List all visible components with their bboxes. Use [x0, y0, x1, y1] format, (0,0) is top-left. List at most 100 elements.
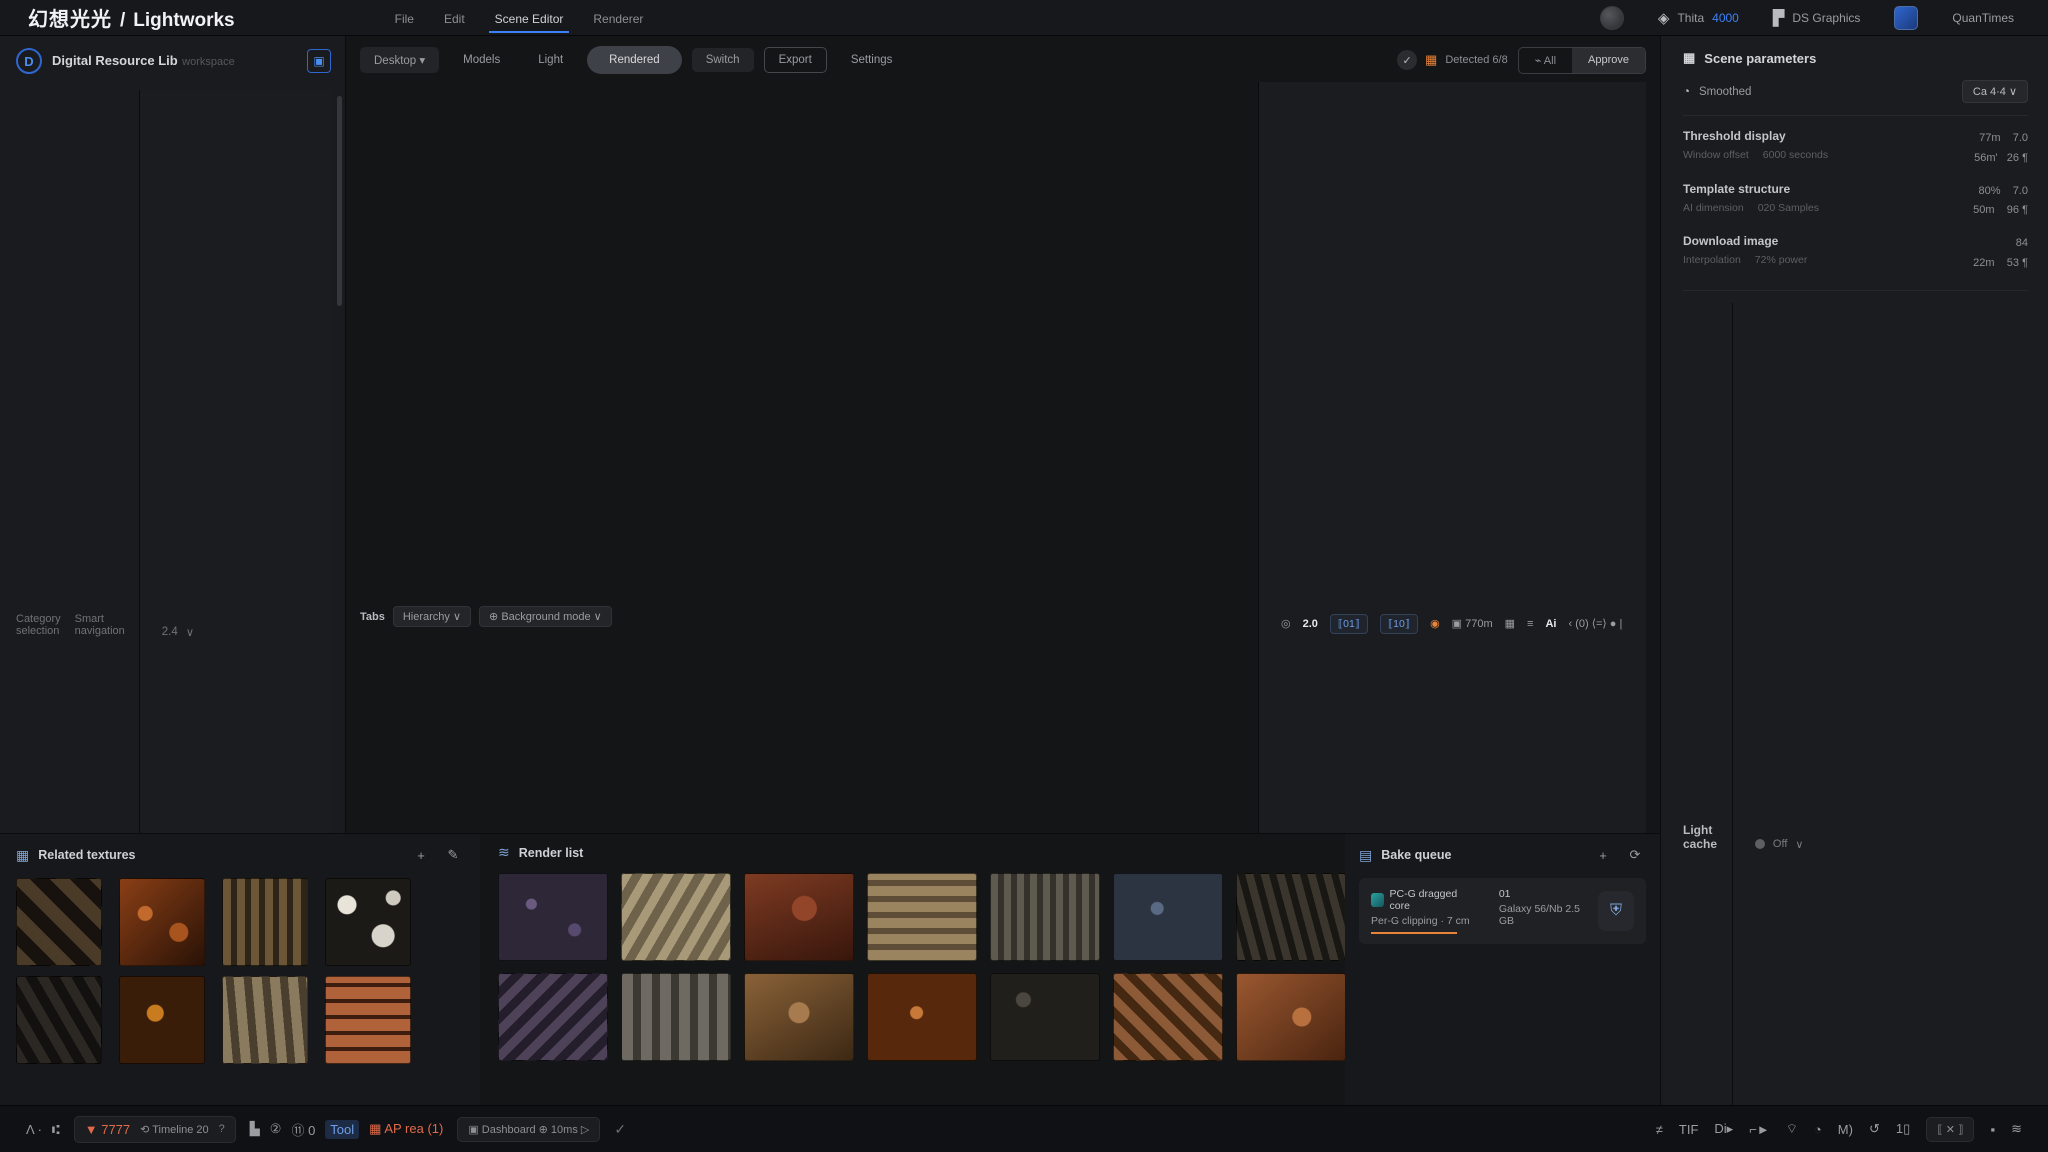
menu-item[interactable]: Scene Editor — [493, 3, 566, 33]
properties-icon: ▦ — [1683, 50, 1695, 66]
menu-item[interactable]: Edit — [442, 3, 467, 33]
lambda-icon[interactable]: Λ · — [26, 1122, 42, 1137]
smoothed-label: Smoothed — [1699, 86, 1751, 98]
book-icon: ▛ — [1773, 9, 1785, 27]
shield-icon[interactable]: ⛨ — [1598, 891, 1634, 931]
counter-icon[interactable]: ⑪ 0 — [291, 1120, 315, 1139]
minimize-icon[interactable]: ▪ — [1990, 1122, 1995, 1137]
texture-swatch[interactable] — [1113, 973, 1223, 1061]
user-avatar[interactable] — [1600, 6, 1624, 30]
texture-swatch[interactable] — [1236, 973, 1346, 1061]
render-list-title: Render list — [519, 846, 584, 860]
texture-swatch[interactable] — [744, 973, 854, 1061]
texture-swatch[interactable] — [867, 973, 977, 1061]
check-circle-icon[interactable]: ✓ — [1397, 50, 1417, 70]
settings-button[interactable]: Settings — [837, 48, 907, 72]
left-sidebar: D Digital Resource Lib workspace ▣ Categ… — [0, 36, 346, 833]
clipboard-icon[interactable]: ⑆ — [52, 1122, 60, 1137]
gizmo-icon[interactable]: ◎ — [1281, 617, 1291, 630]
texture-swatch[interactable] — [867, 873, 977, 961]
film-icon[interactable]: ▦ — [1505, 617, 1515, 630]
playback-controls[interactable]: ‹ (0) ⟨=⟩ ● | — [1568, 617, 1622, 630]
topbar-right: ◈ Thita 4000 ▛ DS Graphics QuanTimes — [1600, 6, 2048, 30]
bake-tab-secondary[interactable]: 01 Galaxy 56/Nb 2.5 GB — [1499, 888, 1588, 934]
target-icon[interactable]: ◉ — [1430, 617, 1440, 630]
paint-texture-button[interactable]: ✎ — [442, 844, 464, 866]
bake-tab-active[interactable]: PC-G dragged core Per-G clipping · 7 cm — [1371, 888, 1471, 934]
sidebar-scrollbar[interactable] — [337, 96, 342, 306]
rendered-mode-button[interactable]: Rendered — [587, 46, 682, 74]
switch-button[interactable]: Switch — [692, 48, 754, 72]
equalizer-icon[interactable]: ≠ — [1656, 1122, 1663, 1137]
probe-icon[interactable]: ⌔ — [1786, 1121, 1798, 1137]
segment-approve[interactable]: Approve — [1572, 48, 1645, 73]
navigation-dropdown[interactable]: Smart navigation — [75, 613, 125, 637]
ai-button[interactable]: Ai — [1545, 618, 1556, 630]
add-bake-button[interactable]: + — [1592, 844, 1614, 866]
layer-chip-01[interactable]: ⟦01⟧ — [1330, 614, 1368, 634]
detect-grid-icon: ▦ — [1425, 52, 1437, 68]
layer-chip-10[interactable]: ⟦10⟧ — [1380, 614, 1418, 634]
light-button[interactable]: Light — [524, 48, 577, 72]
direct-button[interactable]: Di▸ — [1714, 1121, 1733, 1137]
property-group: Threshold display Window offset6000 seco… — [1683, 129, 2028, 169]
texture-swatch[interactable] — [744, 873, 854, 961]
texture-swatch[interactable] — [498, 873, 608, 961]
texture-swatch[interactable] — [119, 976, 205, 1064]
category-dropdown[interactable]: Category selection — [16, 613, 61, 637]
texture-swatch[interactable] — [325, 878, 411, 966]
crop-bracket-control[interactable]: ⟦ ✕ ⟧ — [1926, 1117, 1974, 1142]
models-button[interactable]: Models — [449, 48, 514, 72]
app-root: 幻想光光 / Lightworks File Edit Scene Editor… — [0, 0, 2048, 1152]
texture-swatch[interactable] — [498, 973, 608, 1061]
image-mode-button[interactable]: ▣ — [307, 49, 331, 73]
distance-label: ▣ 770m — [1452, 617, 1493, 630]
badge-2-icon[interactable]: ② — [270, 1121, 282, 1137]
chevron-down-icon[interactable]: ∨ — [1795, 838, 1803, 851]
texture-swatch[interactable] — [325, 976, 411, 1064]
texture-swatch[interactable] — [1113, 873, 1223, 961]
texture-swatch[interactable] — [119, 878, 205, 966]
loop-icon[interactable]: ↺ — [1869, 1121, 1880, 1137]
partner-logo-1[interactable]: ◈ Thita 4000 — [1658, 9, 1739, 27]
right-sidebar: ▦ Scene parameters ◔ Smoothed Ca 4·4 ∨ T… — [1660, 36, 2048, 1105]
texture-swatch[interactable] — [222, 976, 308, 1064]
palette-icon[interactable]: ◔ — [1814, 1122, 1822, 1137]
ap-alert-group[interactable]: ▦ AP rea (1) — [369, 1121, 443, 1137]
menu-item[interactable]: File — [393, 3, 416, 33]
tif-format-button[interactable]: TIF — [1679, 1122, 1699, 1137]
texture-swatch[interactable] — [621, 973, 731, 1061]
frame-icon[interactable]: 1▯ — [1896, 1121, 1910, 1137]
tool-active-button[interactable]: Tool — [325, 1120, 359, 1139]
texture-swatch[interactable] — [222, 878, 308, 966]
diamond-icon: ◈ — [1658, 9, 1670, 27]
toggle-dot[interactable] — [1755, 839, 1765, 849]
texture-swatch[interactable] — [1236, 873, 1346, 961]
segment-all[interactable]: ⌁ All — [1519, 48, 1572, 73]
add-texture-button[interactable]: + — [410, 844, 432, 866]
refresh-bake-button[interactable]: ⟳ — [1624, 844, 1646, 866]
hierarchy-dropdown[interactable]: Hierarchy ∨ — [393, 606, 471, 627]
list-icon[interactable]: ≡ — [1527, 618, 1533, 630]
menu-item[interactable]: Renderer — [591, 3, 645, 33]
app-store-icon[interactable] — [1894, 6, 1918, 30]
toggle-state[interactable]: Off — [1773, 838, 1787, 850]
memory-icon[interactable]: M) — [1838, 1122, 1853, 1137]
chart-icon[interactable]: ▙ — [250, 1121, 260, 1137]
dashboard-group[interactable]: ▣ Dashboard ⊕ 10ms ▷ — [457, 1117, 600, 1142]
chevron-down-icon[interactable]: ∨ — [186, 625, 194, 639]
background-dropdown[interactable]: ⊕ Background mode ∨ — [479, 606, 612, 627]
timeline-group[interactable]: ▼ 7777 ⟲ Timeline 20 ? — [74, 1116, 236, 1143]
key-icon[interactable]: ⌐► — [1749, 1122, 1769, 1137]
texture-swatch[interactable] — [16, 976, 102, 1064]
partner-logo-2[interactable]: ▛ DS Graphics — [1773, 9, 1861, 27]
texture-swatch[interactable] — [621, 873, 731, 961]
levels-icon[interactable]: ≋ — [2011, 1121, 2022, 1137]
texture-swatch[interactable] — [16, 878, 102, 966]
desktop-dropdown[interactable]: Desktop ▾ — [360, 47, 439, 73]
smoothed-value-dropdown[interactable]: Ca 4·4 ∨ — [1962, 80, 2028, 103]
texture-swatch[interactable] — [990, 873, 1100, 961]
texture-swatch[interactable] — [990, 973, 1100, 1061]
partner-logo-3[interactable]: QuanTimes — [1952, 11, 2014, 25]
export-button[interactable]: Export — [764, 47, 827, 73]
